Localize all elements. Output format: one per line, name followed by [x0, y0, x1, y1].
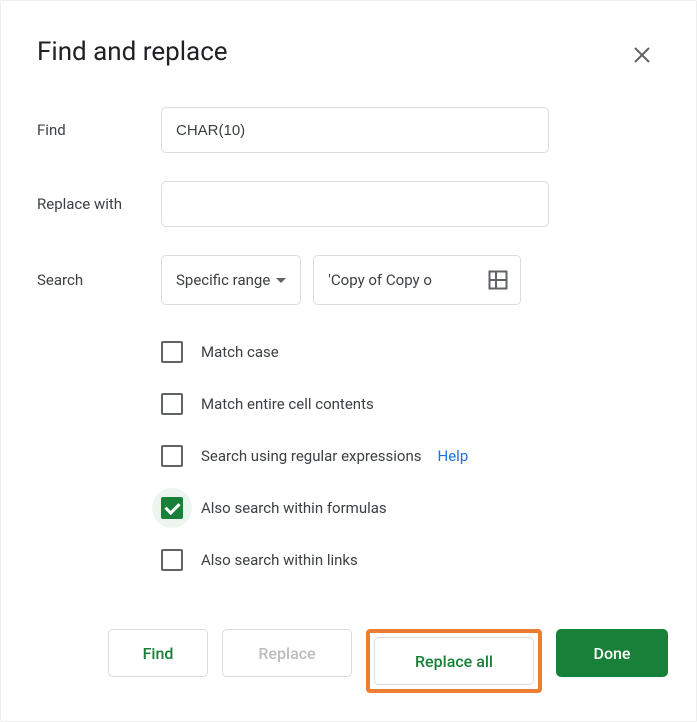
regex-label: Search using regular expressions [201, 447, 422, 465]
regex-help-link[interactable]: Help [438, 447, 469, 465]
find-label: Find [37, 121, 161, 139]
search-formulas-checkbox[interactable] [161, 497, 183, 519]
match-entire-checkbox[interactable] [161, 393, 183, 415]
search-scope-value: Specific range [176, 271, 270, 289]
match-entire-label: Match entire cell contents [201, 395, 374, 413]
dialog-button-row: Find Replace Replace all Done [108, 629, 668, 693]
find-input[interactable] [161, 107, 549, 153]
data-range-icon [488, 270, 508, 290]
search-label: Search [37, 271, 161, 289]
search-links-checkbox[interactable] [161, 549, 183, 571]
close-icon [634, 47, 650, 63]
options-group: Match case Match entire cell contents Se… [161, 341, 660, 571]
match-case-checkbox[interactable] [161, 341, 183, 363]
regex-checkbox[interactable] [161, 445, 183, 467]
find-replace-dialog: Find and replace Find Replace with Searc… [0, 0, 697, 722]
chevron-down-icon [276, 278, 286, 283]
replace-input[interactable] [161, 181, 549, 227]
done-button[interactable]: Done [556, 629, 668, 677]
replace-button[interactable]: Replace [222, 629, 352, 677]
find-button[interactable]: Find [108, 629, 208, 677]
range-selector[interactable]: 'Copy of Copy o [313, 255, 521, 305]
replace-with-label: Replace with [37, 195, 161, 213]
search-formulas-label: Also search within formulas [201, 499, 387, 517]
search-links-label: Also search within links [201, 551, 358, 569]
replace-all-button[interactable]: Replace all [374, 637, 534, 685]
dialog-title: Find and replace [37, 37, 660, 67]
highlight-annotation: Replace all [366, 629, 542, 693]
range-value: 'Copy of Copy o [328, 271, 432, 289]
search-scope-dropdown[interactable]: Specific range [161, 255, 301, 305]
close-button[interactable] [628, 41, 656, 69]
match-case-label: Match case [201, 343, 279, 361]
